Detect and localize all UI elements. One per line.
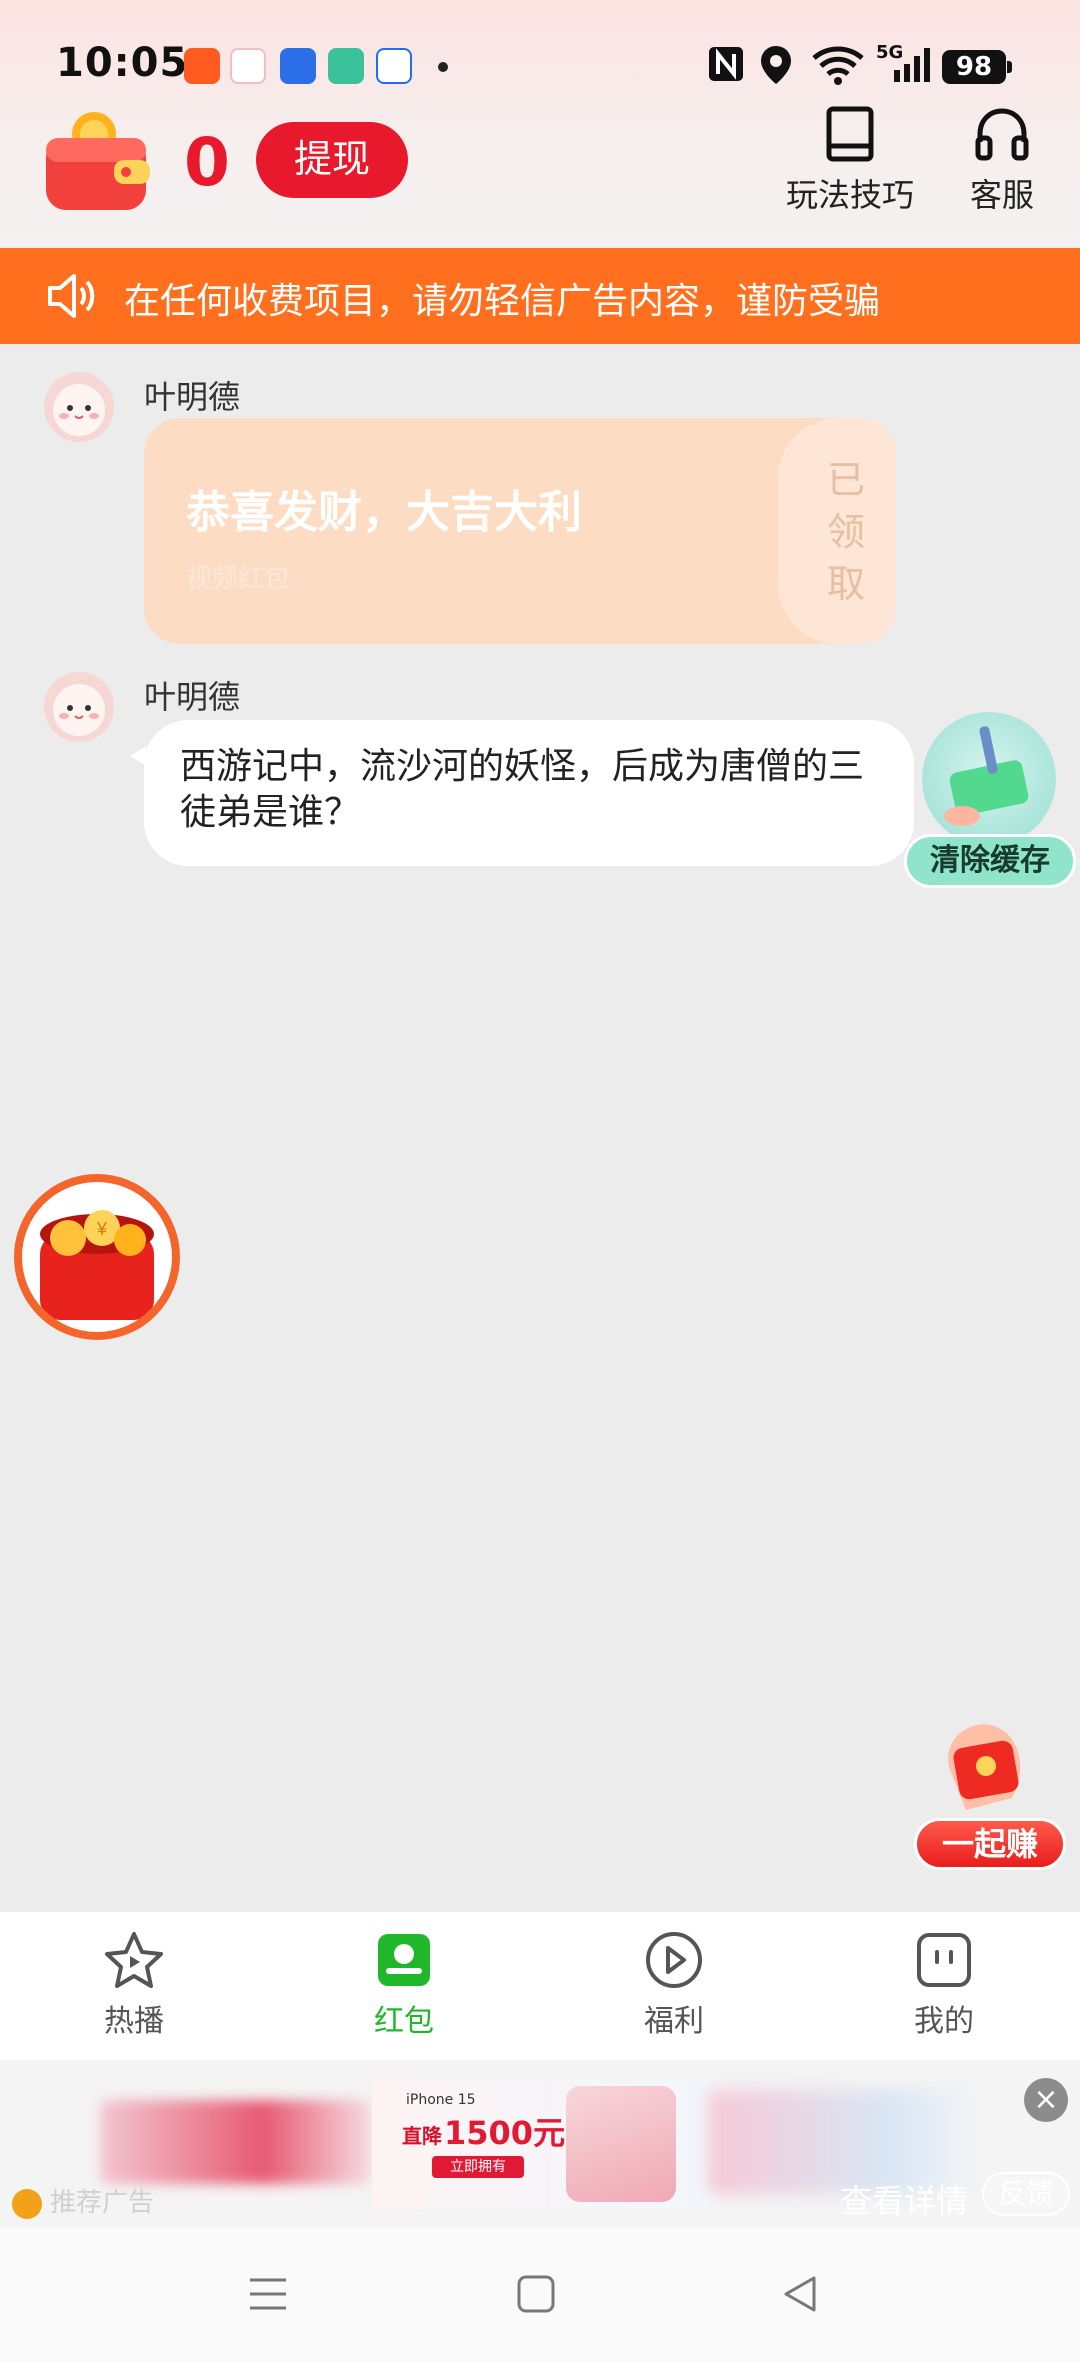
red-packet-float-button[interactable]: ¥ — [14, 1174, 180, 1340]
book-icon — [826, 106, 874, 162]
avatar[interactable] — [44, 372, 114, 442]
home-icon[interactable] — [516, 2274, 556, 2314]
phone-image-icon — [566, 2086, 676, 2202]
tips-button[interactable]: 玩法技巧 — [780, 106, 920, 216]
hand-red-packet-icon — [948, 1724, 1021, 1810]
ad-cta-button[interactable]: 立即拥有 — [432, 2156, 524, 2178]
nav-item-red-packet[interactable]: 红包 — [324, 1930, 484, 2040]
system-navigation-bar — [0, 2228, 1080, 2362]
ad-blurred-image — [100, 2100, 372, 2184]
menu-icon[interactable] — [248, 2274, 288, 2314]
earn-together-widget[interactable]: 一起赚 — [910, 1700, 1070, 1876]
red-packet-title: 恭喜发财，大吉大利 — [186, 487, 582, 538]
back-icon[interactable] — [780, 2274, 820, 2314]
red-packet-status: 已领取 — [826, 458, 865, 606]
more-notifications-dot — [438, 62, 448, 72]
notice-text: 在任何收费项目，请勿轻信广告内容，谨防受骗 — [124, 281, 881, 322]
nav-item-mine[interactable]: 我的 — [864, 1930, 1024, 2040]
ad-model: iPhone 15 — [406, 2092, 476, 2108]
avatar-face-icon — [53, 684, 105, 736]
download-app-icon — [328, 48, 364, 84]
profile-icon — [917, 1933, 971, 1987]
ad-price-prefix: 直降 — [402, 2124, 442, 2148]
balance-amount: 0 — [184, 124, 230, 201]
weibo-app-icon — [230, 48, 266, 84]
status-time: 10:05 — [56, 40, 189, 86]
nav-label-mine: 我的 — [914, 2004, 974, 2039]
red-packet-message[interactable]: 恭喜发财，大吉大利 视频红包 已领取 — [144, 418, 896, 644]
clear-cache-widget[interactable]: 清除缓存 — [904, 712, 1076, 888]
notice-bar: 在任何收费项目，请勿轻信广告内容，谨防受骗 — [0, 248, 1080, 344]
clear-cache-label: 清除缓存 — [904, 834, 1076, 888]
nav-item-welfare[interactable]: 福利 — [594, 1930, 754, 2040]
ad-price: 1500元 — [444, 2114, 566, 2152]
question-text: 西游记中，流沙河的妖怪，后成为唐僧的三徒弟是谁？ — [180, 746, 865, 833]
sender-name: 叶明德 — [144, 378, 241, 416]
bottom-navigation: 热播 红包 福利 我的 — [0, 1912, 1080, 2060]
kuaishou-app-icon — [184, 48, 220, 84]
battery-indicator: 98 — [942, 50, 1012, 84]
avatar-face-icon — [53, 384, 105, 436]
customer-service-button[interactable]: 客服 — [944, 106, 1060, 216]
ad-detail-link[interactable]: 查看详情 — [840, 2176, 968, 2222]
coin-bag-icon: ¥ — [40, 1210, 154, 1320]
red-packet-subtitle: 视频红包 — [186, 564, 291, 594]
nav-label-red-packet: 红包 — [374, 2004, 434, 2039]
svg-text:¥: ¥ — [96, 1219, 108, 1239]
service-label: 客服 — [969, 176, 1034, 214]
ad-creative[interactable]: iPhone 15 直降 1500元 立即拥有 — [372, 2078, 708, 2210]
red-packet-icon — [378, 1934, 430, 1986]
browser-app-icon — [376, 48, 412, 84]
location-icon — [761, 46, 791, 84]
question-message[interactable]: 西游记中，流沙河的妖怪，后成为唐僧的三徒弟是谁？ — [130, 720, 914, 866]
ad-feedback-button[interactable]: 反馈 — [982, 2172, 1070, 2216]
star-play-icon — [105, 1932, 163, 1988]
ad-tag: 推荐广告 — [12, 2182, 154, 2219]
nav-label-hot: 热播 — [104, 2004, 164, 2039]
speaker-icon — [48, 274, 95, 318]
signal-icon — [894, 48, 930, 82]
headset-icon — [975, 108, 1029, 161]
earn-label: 一起赚 — [914, 1818, 1066, 1870]
tips-label: 玩法技巧 — [785, 176, 914, 214]
nfc-icon — [709, 47, 743, 81]
sender-name: 叶明德 — [144, 678, 241, 716]
wallet-icon[interactable] — [42, 108, 152, 212]
nav-item-hot[interactable]: 热播 — [54, 1930, 214, 2040]
wifi-icon — [812, 46, 864, 85]
ad-close-icon[interactable]: × — [1024, 2078, 1068, 2122]
ad-tag-label: 推荐广告 — [50, 2188, 155, 2218]
nav-label-welfare: 福利 — [644, 2004, 704, 2039]
avatar[interactable] — [44, 672, 114, 742]
pinwheel-app-icon — [280, 48, 316, 84]
play-circle-icon — [646, 1932, 702, 1988]
broom-icon — [922, 712, 1056, 846]
withdraw-button[interactable]: 提现 — [256, 122, 408, 198]
ad-source-logo-icon — [12, 2188, 42, 2219]
